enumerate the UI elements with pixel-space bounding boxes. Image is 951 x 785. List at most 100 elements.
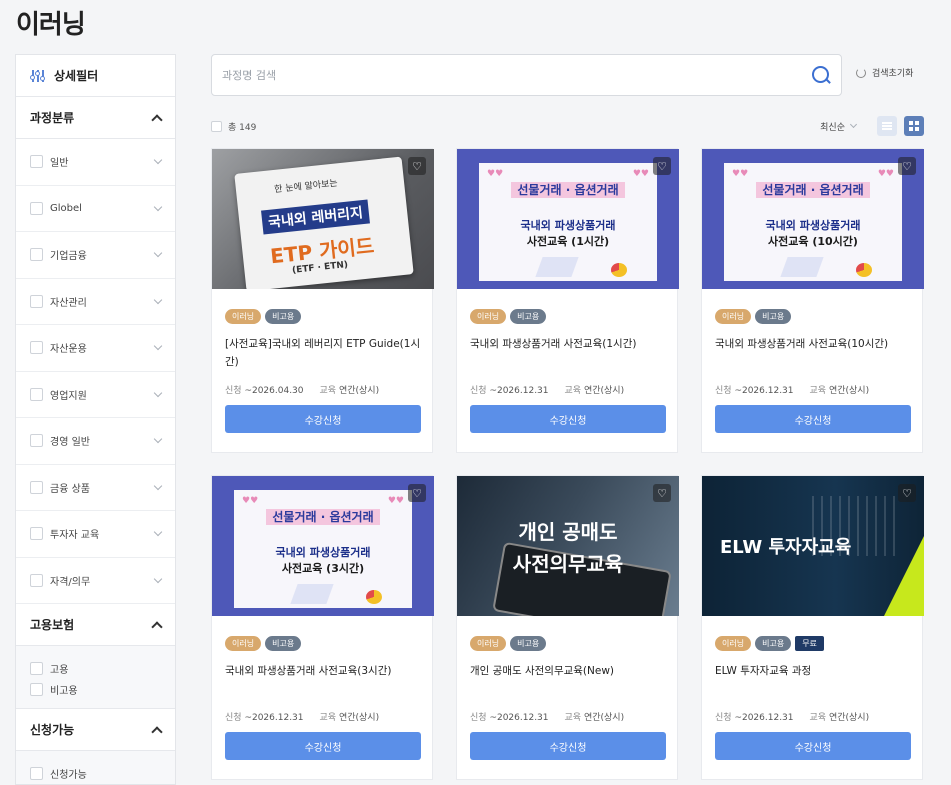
chevron-down-icon[interactable] [153, 156, 163, 165]
grid-view-button[interactable] [904, 116, 924, 136]
status-badge: 이러닝 [715, 309, 752, 324]
list-view-icon [882, 125, 892, 127]
category-item[interactable]: Globel [16, 186, 175, 232]
checkbox-option[interactable]: 고용 [30, 658, 161, 679]
heart-icon[interactable]: ♡ [653, 157, 671, 175]
course-title[interactable]: 국내외 파생상품거래 사전교육(1시간) [470, 335, 666, 353]
course-title[interactable]: 국내외 파생상품거래 사전교육(3시간) [225, 662, 421, 680]
course-card[interactable]: ♥♥ ♥♥ 선물거래 · 옵션거래 국내외 파생상품거래 사전교육 (1시간) ♡ 이러닝 비… [456, 148, 679, 453]
course-title[interactable]: ELW 투자자교육 과정 [715, 662, 911, 680]
checkbox[interactable] [30, 683, 43, 696]
checkbox[interactable] [30, 573, 43, 587]
chevron-up-icon [151, 725, 163, 738]
category-item[interactable]: 자산운용 [16, 325, 175, 372]
search-icon[interactable] [811, 65, 831, 85]
status-badge: 비고용 [755, 309, 792, 324]
heart-icon[interactable]: ♡ [898, 484, 916, 502]
status-badge: 이러닝 [470, 636, 507, 651]
checkbox-option[interactable]: 비고용 [30, 679, 161, 700]
course-card[interactable]: ELW 투자자교육 ♡ 이러닝 비고용 무료 ELW 투자자교육 과정 신청 ~2026.1… [701, 475, 924, 780]
chevron-down-icon[interactable] [153, 249, 163, 258]
course-meta: 신청 ~2026.12.31 교육 연간(상시) [470, 386, 625, 396]
checkbox-option[interactable]: 신청가능 [30, 763, 161, 784]
list-view-button[interactable] [877, 116, 897, 136]
enroll-button[interactable]: 수강신청 [470, 405, 666, 433]
total-count: 총 149 [228, 122, 257, 133]
course-card[interactable]: ♥♥ ♥♥ 선물거래 · 옵션거래 국내외 파생상품거래 사전교육 (10시간) ♡ 이러닝… [701, 148, 924, 453]
heart-icon[interactable]: ♡ [898, 157, 916, 175]
course-title[interactable]: [사전교육]국내외 레버리지 ETP Guide(1시간) [225, 335, 421, 371]
course-card[interactable]: ♥♥ ♥♥ 선물거래 · 옵션거래 국내외 파생상품거래 사전교육 (3시간) ♡ 이러닝 비… [211, 475, 434, 780]
chevron-down-icon[interactable] [153, 295, 163, 304]
checkbox[interactable] [30, 434, 43, 448]
page-title: 이러닝 [16, 10, 86, 40]
category-item[interactable]: 기업금융 [16, 232, 175, 279]
section-course-category[interactable]: 과정분류 [16, 97, 175, 139]
category-item[interactable]: 자산관리 [16, 279, 175, 325]
chevron-down-icon[interactable] [153, 202, 163, 211]
chevron-down-icon[interactable] [153, 388, 163, 397]
enroll-button[interactable]: 수강신청 [715, 405, 911, 433]
course-title[interactable]: 국내외 파생상품거래 사전교육(10시간) [715, 335, 911, 353]
course-thumbnail[interactable]: 개인 공매도 사전의무교육 ♡ [457, 476, 679, 616]
chevron-down-icon[interactable] [153, 342, 163, 351]
heart-icon[interactable]: ♡ [408, 157, 426, 175]
status-badge: 비고용 [510, 309, 547, 324]
heart-icon[interactable]: ♡ [653, 484, 671, 502]
checkbox[interactable] [30, 662, 43, 675]
course-thumbnail[interactable]: 한 눈에 알아보는 국내외 레버리지 ETP 가이드 (ETF · ETN) ♡ [212, 149, 434, 289]
category-item[interactable]: 자격/의무 [16, 558, 175, 604]
chevron-down-icon [849, 120, 858, 129]
chevron-down-icon[interactable] [153, 574, 163, 583]
enroll-button[interactable]: 수강신청 [225, 405, 421, 433]
checkbox[interactable] [30, 480, 43, 494]
category-item[interactable]: 경영 일반 [16, 418, 175, 465]
checkbox[interactable] [30, 201, 43, 215]
course-card[interactable]: 한 눈에 알아보는 국내외 레버리지 ETP 가이드 (ETF · ETN) ♡ 이러닝 비… [211, 148, 434, 453]
results-toolbar: 총 149 최신순 [211, 115, 924, 137]
search-input[interactable] [222, 68, 811, 82]
badge-group: 이러닝 비고용 무료 [715, 636, 824, 651]
chevron-down-icon[interactable] [153, 435, 163, 444]
select-all-checkbox[interactable] [211, 120, 222, 132]
course-thumbnail[interactable]: ♥♥ ♥♥ 선물거래 · 옵션거래 국내외 파생상품거래 사전교육 (1시간) ♡ [457, 149, 679, 289]
checkbox[interactable] [30, 387, 43, 401]
category-label: 기업금융 [50, 251, 87, 263]
enroll-button[interactable]: 수강신청 [715, 732, 911, 760]
section-employment-insurance[interactable]: 고용보험 [16, 604, 175, 646]
badge-group: 이러닝 비고용 [470, 309, 547, 324]
enroll-button[interactable]: 수강신청 [470, 732, 666, 760]
checkbox[interactable] [30, 248, 43, 262]
course-thumbnail[interactable]: ♥♥ ♥♥ 선물거래 · 옵션거래 국내외 파생상품거래 사전교육 (3시간) ♡ [212, 476, 434, 616]
chevron-down-icon[interactable] [153, 528, 163, 537]
chevron-down-icon[interactable] [153, 481, 163, 490]
course-thumbnail[interactable]: ♥♥ ♥♥ 선물거래 · 옵션거래 국내외 파생상품거래 사전교육 (10시간) ♡ [702, 149, 924, 289]
course-card[interactable]: 개인 공매도 사전의무교육 ♡ 이러닝 비고용 개인 공매도 사전의무교육(New) 신청 … [456, 475, 679, 780]
filter-sidebar: 상세필터 과정분류 일반 Globel 기업금융 자산관리 자산운용 영업지원 경영 일반 금… [15, 54, 176, 785]
badge-group: 이러닝 비고용 [225, 309, 302, 324]
course-thumbnail[interactable]: ELW 투자자교육 ♡ [702, 476, 924, 616]
category-label: Globel [50, 202, 82, 214]
category-label: 자산운용 [50, 344, 87, 356]
checkbox[interactable] [30, 767, 43, 780]
course-title[interactable]: 개인 공매도 사전의무교육(New) [470, 662, 666, 680]
employment-options: 고용 비고용 [16, 646, 175, 709]
section-available[interactable]: 신청가능 [16, 709, 175, 751]
status-badge: 이러닝 [715, 636, 752, 651]
checkbox[interactable] [30, 341, 43, 355]
heart-icon[interactable]: ♡ [408, 484, 426, 502]
badge-group: 이러닝 비고용 [715, 309, 792, 324]
reset-search-button[interactable]: 검색초기화 [856, 66, 913, 79]
checkbox[interactable] [30, 155, 43, 169]
category-item[interactable]: 영업지원 [16, 372, 175, 418]
category-item[interactable]: 일반 [16, 139, 175, 186]
checkbox[interactable] [30, 294, 43, 308]
option-label: 신청가능 [50, 770, 87, 781]
sort-dropdown[interactable]: 최신순 [820, 120, 858, 133]
status-badge: 비고용 [265, 636, 302, 651]
category-item[interactable]: 금융 상품 [16, 465, 175, 511]
enroll-button[interactable]: 수강신청 [225, 732, 421, 760]
category-item[interactable]: 투자자 교육 [16, 511, 175, 558]
reset-label: 검색초기화 [872, 69, 914, 79]
checkbox[interactable] [30, 527, 43, 541]
